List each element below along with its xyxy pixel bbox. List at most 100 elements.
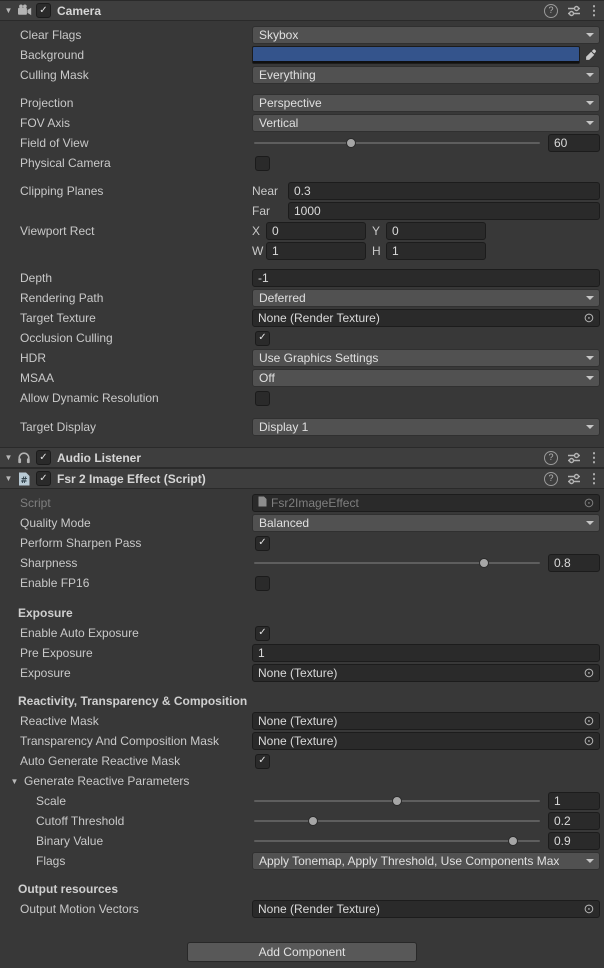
help-icon[interactable]: ?: [544, 472, 558, 486]
exposure-object-field[interactable]: None (Texture) ⊙: [252, 664, 600, 682]
generate-reactive-parameters-foldout[interactable]: ▼ Generate Reactive Parameters: [0, 774, 252, 788]
spacer: [0, 173, 604, 181]
transparency-mask-object-field[interactable]: None (Texture)⊙: [252, 732, 600, 750]
foldout-arrow-icon[interactable]: ▼: [2, 453, 15, 462]
viewport-y-input[interactable]: 0: [386, 222, 486, 240]
rendering-path-dropdown[interactable]: Deferred: [252, 289, 600, 307]
dropdown-value: Use Graphics Settings: [259, 351, 378, 365]
scale-input[interactable]: 1: [548, 792, 600, 810]
script-label: Script: [0, 496, 252, 510]
presets-icon[interactable]: [567, 5, 581, 17]
fov-axis-dropdown[interactable]: Vertical: [252, 114, 600, 132]
foldout-arrow-icon[interactable]: ▼: [2, 6, 15, 15]
header-actions: ? ⋮: [544, 471, 598, 487]
slider-thumb[interactable]: [508, 836, 518, 846]
row-scale: Scale 1: [0, 791, 604, 811]
far-clip-input[interactable]: 1000: [288, 202, 600, 220]
camera-enabled-checkbox[interactable]: ✓: [36, 3, 51, 18]
slider-thumb[interactable]: [346, 138, 356, 148]
msaa-dropdown[interactable]: Off: [252, 369, 600, 387]
sharpness-slider[interactable]: [252, 554, 542, 572]
header-actions: ? ⋮: [544, 450, 598, 466]
foldout-arrow-icon[interactable]: ▼: [2, 474, 15, 483]
hdr-dropdown[interactable]: Use Graphics Settings: [252, 349, 600, 367]
dropdown-value: Apply Tonemap, Apply Threshold, Use Comp…: [259, 854, 559, 868]
kebab-menu-icon[interactable]: ⋮: [590, 471, 598, 487]
slider-thumb[interactable]: [392, 796, 402, 806]
allow-dynamic-resolution-checkbox[interactable]: [255, 391, 270, 406]
eyedropper-icon[interactable]: [582, 46, 600, 64]
reactive-mask-object-field[interactable]: None (Texture)⊙: [252, 712, 600, 730]
object-picker-icon[interactable]: ⊙: [581, 901, 597, 917]
enable-auto-exposure-checkbox[interactable]: ✓: [255, 626, 270, 641]
sharpness-input[interactable]: 0.8: [548, 554, 600, 572]
slider-thumb[interactable]: [479, 558, 489, 568]
row-flags: Flags Apply Tonemap, Apply Threshold, Us…: [0, 851, 604, 871]
fsr2-enabled-checkbox[interactable]: ✓: [36, 471, 51, 486]
object-picker-icon[interactable]: ⊙: [581, 665, 597, 681]
generate-reactive-parameters-label: Generate Reactive Parameters: [24, 774, 189, 788]
foldout-arrow-icon[interactable]: ▼: [8, 777, 21, 786]
help-icon[interactable]: ?: [544, 4, 558, 18]
slider-track: [254, 562, 540, 564]
physical-camera-checkbox[interactable]: [255, 156, 270, 171]
cutoff-threshold-slider[interactable]: [252, 812, 542, 830]
near-clip-input[interactable]: 0.3: [288, 182, 600, 200]
depth-input[interactable]: -1: [252, 269, 600, 287]
fsr2-component-header[interactable]: ▼ # ✓ Fsr 2 Image Effect (Script) ? ⋮: [0, 468, 604, 489]
quality-mode-dropdown[interactable]: Balanced: [252, 514, 600, 532]
flags-dropdown[interactable]: Apply Tonemap, Apply Threshold, Use Comp…: [252, 852, 600, 870]
field-of-view-slider[interactable]: [252, 134, 542, 152]
kebab-menu-icon[interactable]: ⋮: [590, 3, 598, 19]
depth-label: Depth: [0, 271, 252, 285]
audio-listener-component-header[interactable]: ▼ ✓ Audio Listener ? ⋮: [0, 447, 604, 468]
presets-icon[interactable]: [567, 452, 581, 464]
output-motion-vectors-object-field[interactable]: None (Render Texture)⊙: [252, 900, 600, 918]
occlusion-culling-label: Occlusion Culling: [0, 331, 252, 345]
viewport-h-input[interactable]: 1: [386, 242, 486, 260]
culling-mask-dropdown[interactable]: Everything: [252, 66, 600, 84]
auto-generate-reactive-mask-checkbox[interactable]: ✓: [255, 754, 270, 769]
field-of-view-input[interactable]: 60: [548, 134, 600, 152]
binary-value-slider[interactable]: [252, 832, 542, 850]
target-display-dropdown[interactable]: Display 1: [252, 418, 600, 436]
slider-track: [254, 142, 540, 144]
add-component-button[interactable]: Add Component: [187, 942, 417, 962]
row-occlusion-culling: Occlusion Culling ✓: [0, 328, 604, 348]
viewport-x-input[interactable]: 0: [266, 222, 366, 240]
allow-dynamic-resolution-label: Allow Dynamic Resolution: [0, 391, 252, 405]
background-color-swatch[interactable]: [252, 46, 580, 64]
viewport-w-input[interactable]: 1: [266, 242, 366, 260]
dropdown-value: Off: [259, 371, 275, 385]
dropdown-value: Skybox: [259, 28, 298, 42]
cutoff-threshold-input[interactable]: 0.2: [548, 812, 600, 830]
projection-dropdown[interactable]: Perspective: [252, 94, 600, 112]
target-texture-object-field[interactable]: None (Render Texture)⊙: [252, 309, 600, 327]
enable-fp16-checkbox[interactable]: [255, 576, 270, 591]
help-icon[interactable]: ?: [544, 451, 558, 465]
dropdown-value: Vertical: [259, 116, 298, 130]
object-picker-icon[interactable]: ⊙: [581, 310, 597, 326]
dropdown-value: Perspective: [259, 96, 322, 110]
field-of-view-label: Field of View: [0, 136, 252, 150]
kebab-menu-icon[interactable]: ⋮: [590, 450, 598, 466]
object-picker-icon[interactable]: ⊙: [581, 713, 597, 729]
pre-exposure-input[interactable]: 1: [252, 644, 600, 662]
object-picker-icon: ⊙: [581, 495, 597, 511]
clear-flags-dropdown[interactable]: Skybox: [252, 26, 600, 44]
scale-slider[interactable]: [252, 792, 542, 810]
camera-component-header[interactable]: ▼ ✓ Camera ? ⋮: [0, 0, 604, 21]
field-value: -1: [258, 271, 269, 285]
field-value: 0: [272, 224, 279, 238]
row-output-motion-vectors: Output Motion Vectors None (Render Textu…: [0, 899, 604, 919]
binary-value-input[interactable]: 0.9: [548, 832, 600, 850]
occlusion-culling-checkbox[interactable]: ✓: [255, 331, 270, 346]
slider-thumb[interactable]: [308, 816, 318, 826]
clear-flags-label: Clear Flags: [0, 28, 252, 42]
audio-listener-enabled-checkbox[interactable]: ✓: [36, 450, 51, 465]
object-value: None (Texture): [258, 666, 337, 680]
viewport-rect-label: Viewport Rect: [0, 224, 252, 238]
presets-icon[interactable]: [567, 473, 581, 485]
perform-sharpen-pass-checkbox[interactable]: ✓: [255, 536, 270, 551]
object-picker-icon[interactable]: ⊙: [581, 733, 597, 749]
